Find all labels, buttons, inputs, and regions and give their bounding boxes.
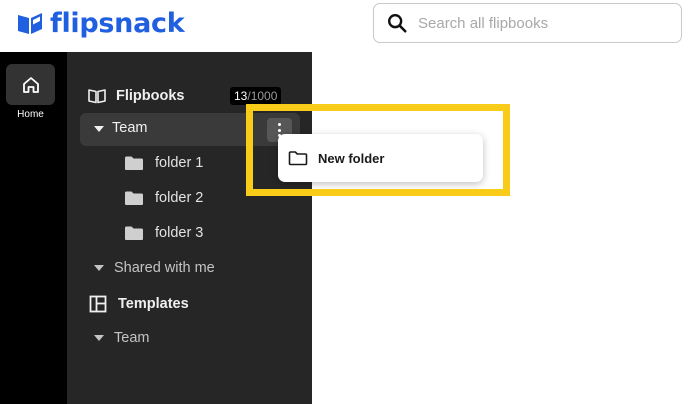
home-button[interactable]	[6, 64, 55, 105]
sidebar-item-folder-1[interactable]: folder 1	[124, 153, 203, 173]
menu-item-new-folder[interactable]: New folder	[318, 151, 384, 166]
sidebar-item-folder-2[interactable]: folder 2	[124, 188, 203, 208]
open-book-icon	[88, 89, 106, 104]
templates-icon	[89, 295, 107, 313]
left-rail: Home	[0, 52, 67, 404]
folder-label: folder 3	[155, 225, 204, 241]
search-icon	[388, 14, 407, 33]
home-label: Home	[17, 109, 44, 120]
sidebar-item-shared-with-me[interactable]: Shared with me	[94, 258, 215, 278]
folder-icon	[125, 226, 143, 240]
flipsnack-logo-icon	[18, 13, 42, 34]
flipbook-count-max: 1000	[250, 89, 278, 103]
templates-team-label: Team	[114, 330, 150, 346]
flipsnack-logo[interactable]: flipsnack	[16, 7, 185, 39]
home-icon	[22, 76, 39, 93]
kebab-dot	[278, 123, 281, 126]
brand-name: flipsnack	[50, 7, 185, 39]
kebab-dot	[278, 128, 281, 132]
folder-label: folder 1	[155, 155, 204, 171]
folder-icon	[125, 156, 143, 170]
sidebar-item-flipbooks[interactable]: Flipbooks	[88, 86, 184, 106]
sidebar-item-templates[interactable]: Templates	[89, 294, 189, 314]
shared-with-me-label: Shared with me	[114, 260, 215, 276]
templates-label: Templates	[118, 296, 189, 312]
app-window: flipsnack Home Flipbooks 13/1000	[0, 0, 688, 404]
sidebar-item-folder-3[interactable]: folder 3	[124, 223, 203, 243]
caret-down-icon	[94, 265, 104, 271]
sidebar: Flipbooks 13/1000 Team folder 1 folder 2…	[67, 52, 312, 404]
team-label: Team	[112, 120, 148, 136]
caret-down-icon[interactable]	[94, 126, 104, 132]
folder-outline-icon	[288, 151, 308, 166]
flipbook-count-used: 13	[234, 89, 248, 103]
folder-icon	[125, 191, 143, 205]
flipbook-count-badge: 13/1000	[230, 87, 282, 105]
sidebar-item-team[interactable]: Team	[80, 113, 300, 146]
context-menu: New folder	[278, 134, 483, 182]
top-header: flipsnack	[0, 0, 688, 52]
sidebar-item-templates-team[interactable]: Team	[94, 328, 149, 348]
flipbooks-label: Flipbooks	[116, 88, 185, 104]
caret-down-icon	[94, 335, 104, 341]
search-input[interactable]	[418, 14, 658, 32]
search-box[interactable]	[373, 3, 682, 43]
folder-label: folder 2	[155, 190, 204, 206]
